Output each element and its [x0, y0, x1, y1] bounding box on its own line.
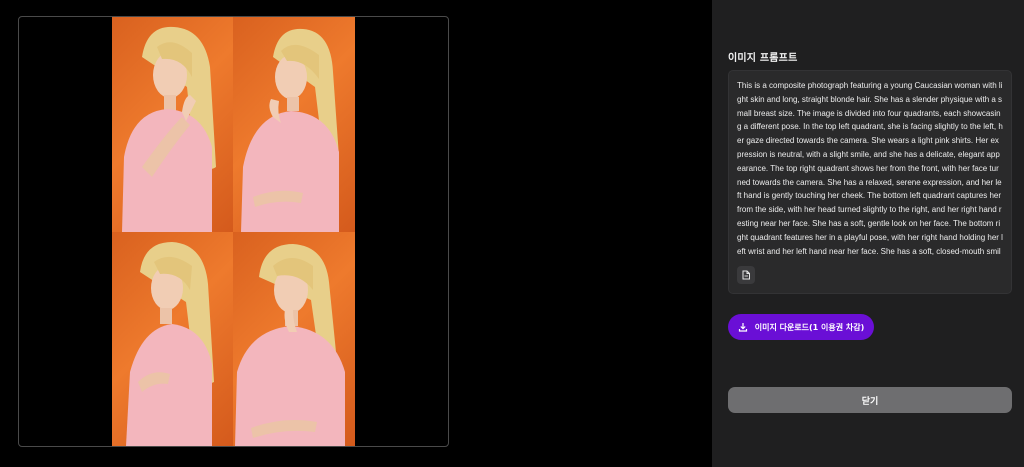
copy-prompt-button[interactable]: [737, 266, 755, 284]
copy-document-icon: [742, 270, 750, 280]
woman-portrait-illustration: [235, 244, 345, 446]
close-button-label: 닫기: [861, 396, 879, 407]
prompt-side-panel: 이미지 프롬프트 This is a composite photograph …: [712, 0, 1024, 467]
photo-quadrant-top-right: [233, 17, 355, 232]
image-viewer-area: [0, 0, 712, 467]
photo-quadrant-top-left: [112, 17, 233, 232]
image-preview-frame: [18, 16, 449, 447]
photo-quadrant-bottom-left: [112, 232, 233, 446]
download-image-button[interactable]: 이미지 다운로드(1 이용권 차감): [728, 314, 874, 340]
download-button-label: 이미지 다운로드(1 이용권 차감): [754, 322, 865, 332]
photo-quadrant-bottom-right: [233, 232, 355, 446]
download-icon: [738, 323, 747, 332]
woman-portrait-illustration: [241, 28, 339, 232]
panel-title: 이미지 프롬프트: [728, 53, 798, 64]
close-button[interactable]: 닫기: [728, 387, 1012, 413]
woman-portrait-illustration: [126, 242, 214, 446]
prompt-text: This is a composite photograph featuring…: [737, 81, 1003, 256]
woman-portrait-illustration: [122, 26, 216, 232]
prompt-text-box[interactable]: This is a composite photograph featuring…: [728, 70, 1012, 294]
composite-photo: [112, 17, 355, 446]
